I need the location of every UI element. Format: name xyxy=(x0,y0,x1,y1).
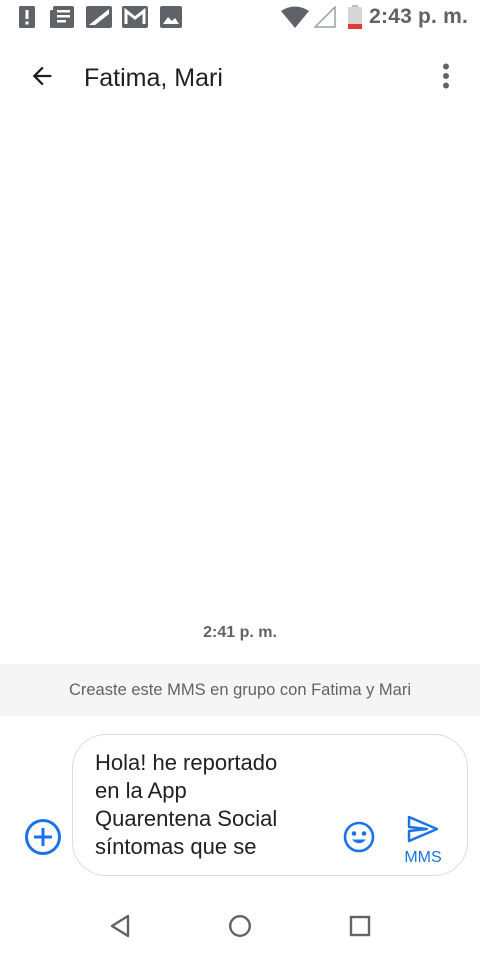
wifi-icon xyxy=(281,6,309,28)
nav-back-button[interactable] xyxy=(102,910,138,946)
add-circle-icon xyxy=(24,818,62,861)
emoji-button[interactable] xyxy=(341,821,377,857)
message-input[interactable]: Hola! he reportado en la App Quarentena … xyxy=(95,749,315,865)
add-attachment-button[interactable] xyxy=(22,818,64,860)
cellular-signal-icon xyxy=(314,6,336,28)
arrow-back-icon xyxy=(28,62,56,95)
navigation-bar xyxy=(0,896,480,960)
app-bar: Fatima, Mari xyxy=(0,36,480,120)
more-vert-icon xyxy=(442,63,450,94)
flipboard-icon xyxy=(86,6,112,28)
conversation-title: Fatima, Mari xyxy=(84,64,223,92)
back-triangle-icon xyxy=(109,914,131,943)
status-time: 2:43 p. m. xyxy=(369,5,468,28)
recents-square-icon xyxy=(349,915,371,942)
back-button[interactable] xyxy=(18,54,66,102)
send-icon xyxy=(407,815,439,848)
more-options-button[interactable] xyxy=(426,54,466,102)
battery-low-icon xyxy=(348,5,362,29)
gallery-icon xyxy=(160,6,182,28)
gmail-icon xyxy=(122,6,148,28)
send-mms-label: MMS xyxy=(404,849,442,866)
group-mms-info: Creaste este MMS en grupo con Fatima y M… xyxy=(0,664,480,716)
emoji-icon xyxy=(343,821,375,858)
news-icon xyxy=(50,6,74,28)
nav-home-button[interactable] xyxy=(222,910,258,946)
status-bar: 2:43 p. m. xyxy=(0,0,480,36)
message-compose-box[interactable]: Hola! he reportado en la App Quarentena … xyxy=(72,734,468,876)
nav-recents-button[interactable] xyxy=(342,910,378,946)
send-mms-button[interactable]: MMS xyxy=(395,815,451,871)
home-circle-icon xyxy=(228,914,252,943)
alert-icon xyxy=(18,6,36,28)
message-timestamp: 2:41 p. m. xyxy=(203,624,277,641)
